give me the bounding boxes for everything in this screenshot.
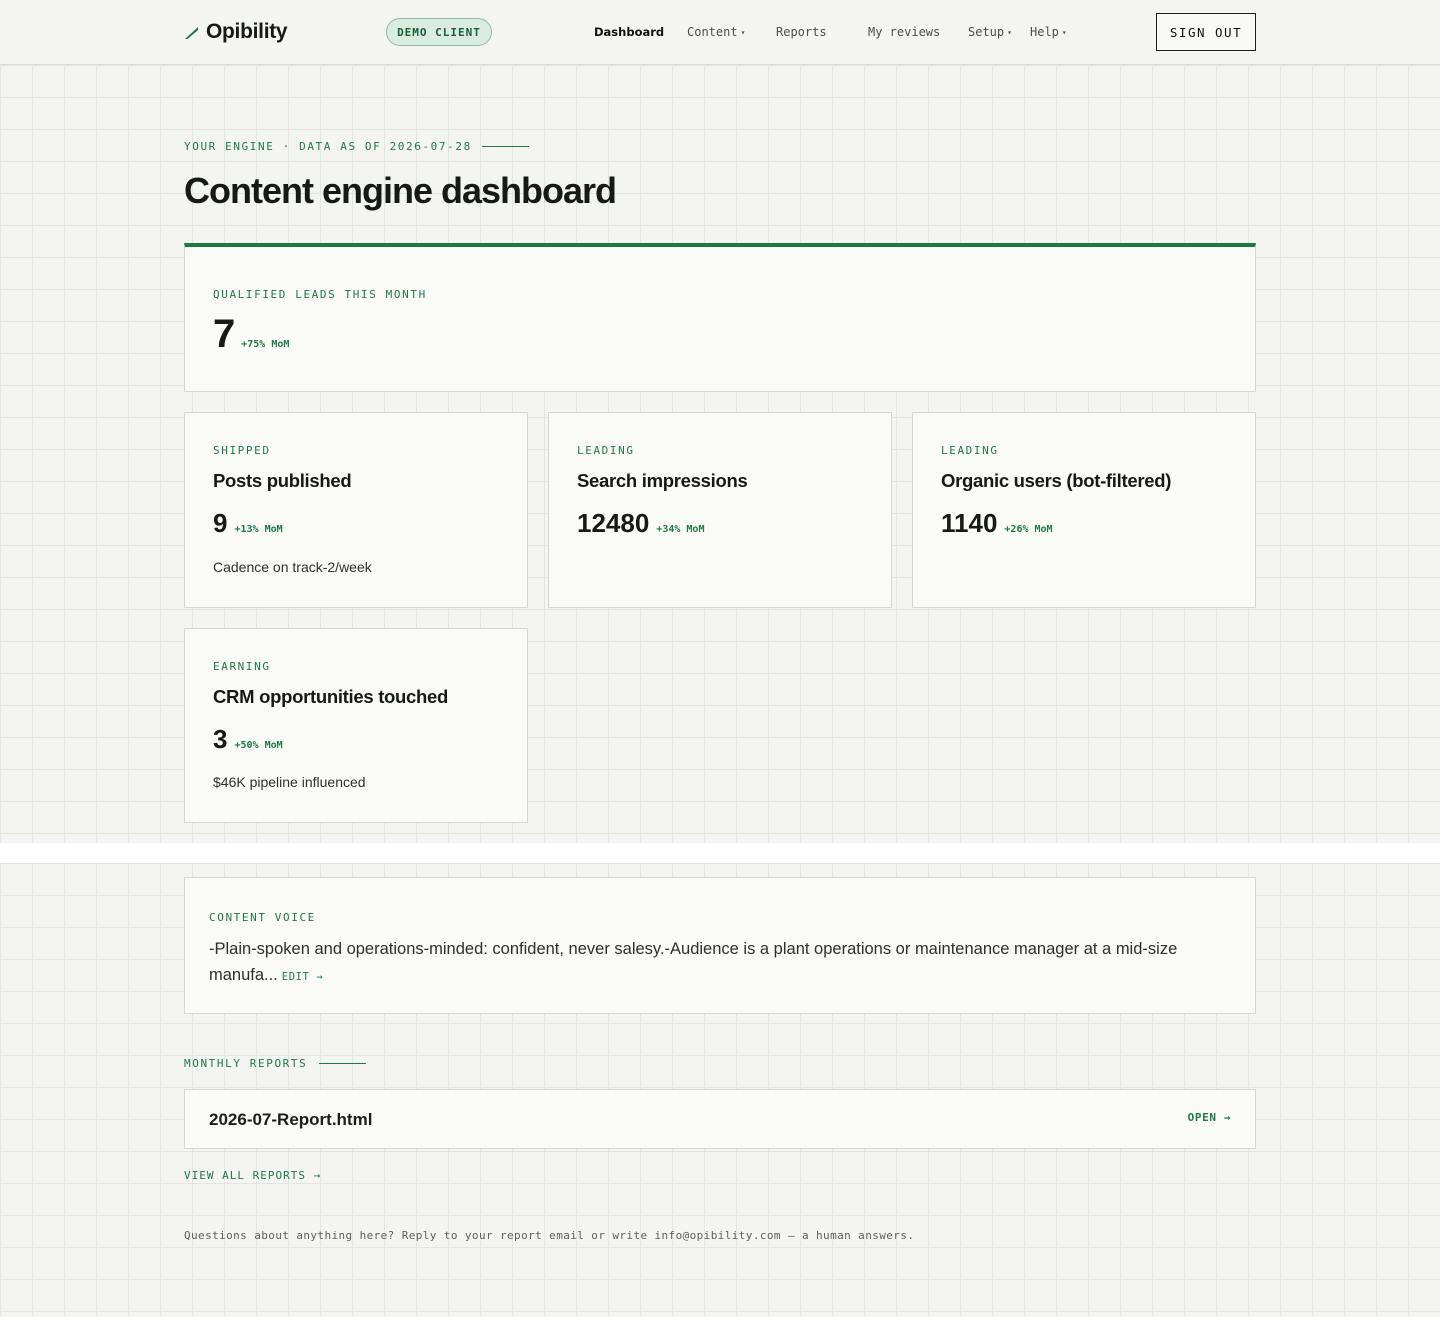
open-report-link[interactable]: OPEN → [1188, 1111, 1231, 1124]
metric-value: 3 [213, 724, 228, 754]
edit-voice-link[interactable]: EDIT → [282, 971, 324, 983]
metric-card-crm-opportunities: EARNING CRM opportunities touched 3 +50%… [184, 628, 528, 823]
monthly-reports-heading: MONTHLY REPORTS [184, 1057, 367, 1070]
page-title: Content engine dashboard [184, 170, 617, 211]
content-voice-card: CONTENT VOICE -Plain-spoken and operatio… [184, 877, 1256, 1014]
nav-setup[interactable]: Setup ▾ [968, 24, 1012, 40]
view-all-reports-link[interactable]: VIEW ALL REPORTS → [184, 1169, 321, 1182]
chevron-down-icon: ▾ [1061, 27, 1067, 37]
card-title: Organic users (bot-filtered) [941, 470, 1172, 491]
mom-delta: +26% MoM [1004, 524, 1053, 535]
nav-my-reviews[interactable]: My reviews [868, 24, 940, 40]
slash-logo-icon [185, 26, 198, 39]
eyebrow-text: YOUR ENGINE · DATA AS OF 2026-07-28 [184, 140, 472, 153]
mom-delta: +50% MoM [234, 740, 283, 751]
card-category: SHIPPED [213, 444, 271, 457]
mom-delta: +34% MoM [656, 524, 705, 535]
card-category: LEADING [577, 444, 635, 457]
report-filename: 2026-07-Report.html [209, 1110, 373, 1129]
nav-help[interactable]: Help ▾ [1030, 24, 1067, 40]
metric-value: 7 [213, 312, 236, 356]
card-note: $46K pipeline influenced [213, 774, 366, 790]
metric: 3 +50% MoM [213, 724, 283, 755]
brand-logo[interactable]: Opibility [184, 20, 288, 44]
nav-dashboard[interactable]: Dashboard [594, 24, 664, 40]
top-nav-bar: Opibility DEMO CLIENT Dashboard Content … [0, 0, 1440, 65]
card-category: EARNING [213, 660, 271, 673]
hero-metric: 7 +75% MoM [213, 312, 289, 357]
metric-card-posts-published: SHIPPED Posts published 9 +13% MoM Caden… [184, 412, 528, 608]
support-footer-note: Questions about anything here? Reply to … [184, 1229, 915, 1242]
section-label: MONTHLY REPORTS [184, 1057, 308, 1070]
chevron-down-icon: ▾ [1007, 27, 1012, 37]
metric-value: 9 [213, 508, 228, 538]
brand-name: Opibility [206, 20, 288, 43]
nav-label: Reports [776, 25, 827, 39]
metric-card-organic-users: LEADING Organic users (bot-filtered) 114… [912, 412, 1256, 608]
mom-delta: +75% MoM [241, 339, 290, 350]
nav-label: My reviews [868, 25, 941, 39]
metric: 12480 +34% MoM [577, 508, 704, 539]
data-freshness-eyebrow: YOUR ENGINE · DATA AS OF 2026-07-28 [184, 140, 529, 153]
metric-value: 1140 [941, 508, 998, 538]
nav-reports[interactable]: Reports [776, 24, 827, 40]
card-category: LEADING [941, 444, 999, 457]
card-title: Posts published [213, 470, 352, 491]
card-title: CRM opportunities touched [213, 686, 449, 707]
report-list-item[interactable]: 2026-07-Report.html OPEN → [184, 1089, 1256, 1149]
card-label: QUALIFIED LEADS THIS MONTH [213, 288, 427, 301]
content-voice-text: -Plain-spoken and operations-minded: con… [209, 936, 1239, 990]
nav-label: Dashboard [594, 25, 665, 39]
heading-rule [319, 1063, 367, 1064]
metric: 9 +13% MoM [213, 508, 283, 539]
chevron-down-icon: ▾ [740, 27, 746, 37]
card-note: Cadence on track-2/week [213, 559, 372, 575]
demo-client-badge: DEMO CLIENT [386, 18, 492, 46]
metric-value: 12480 [577, 508, 650, 538]
card-title: Search impressions [577, 470, 748, 491]
voice-summary: -Plain-spoken and operations-minded: con… [209, 940, 1178, 984]
qualified-leads-card: QUALIFIED LEADS THIS MONTH 7 +75% MoM [184, 243, 1256, 392]
card-label: CONTENT VOICE [209, 911, 316, 924]
section-divider [0, 843, 1440, 863]
metric: 1140 +26% MoM [941, 508, 1053, 539]
nav-label: Content [687, 25, 738, 39]
eyebrow-rule [481, 146, 529, 147]
sign-out-button[interactable]: SIGN OUT [1156, 13, 1256, 51]
metric-card-search-impressions: LEADING Search impressions 12480 +34% Mo… [548, 412, 892, 608]
nav-label: Help [1030, 25, 1059, 39]
mom-delta: +13% MoM [234, 524, 283, 535]
nav-label: Setup [968, 25, 1005, 39]
nav-content[interactable]: Content ▾ [687, 24, 745, 40]
